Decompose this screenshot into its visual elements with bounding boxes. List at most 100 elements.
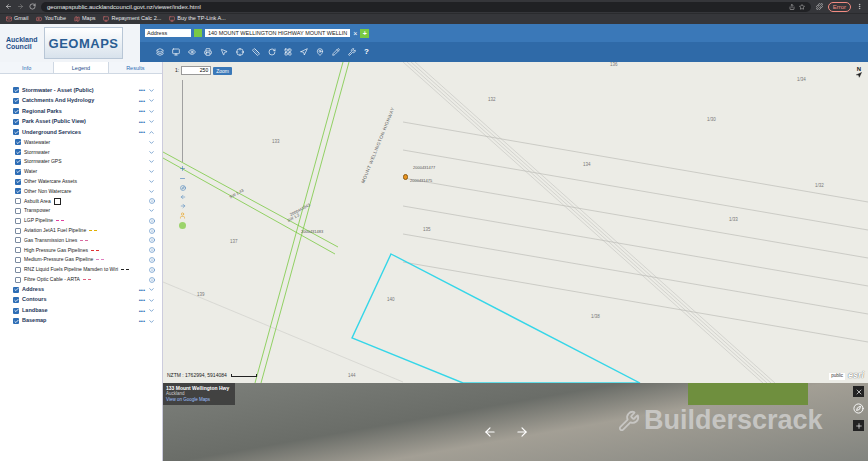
legend-layer[interactable]: LGP Pipeline [0,216,162,226]
legend-layer[interactable]: Stormwater [0,147,162,157]
layer-checkbox[interactable] [13,119,19,125]
more-button[interactable]: ••• [139,297,145,303]
info-icon[interactable] [149,237,155,243]
legend-group[interactable]: Basemap••• [0,316,162,327]
bookmark[interactable]: Gmail [6,16,28,22]
legend-layer[interactable]: High Pressure Gas Pipelines [0,245,162,255]
layer-checkbox[interactable] [13,108,19,114]
legend-layer[interactable]: Asbuilt Area [0,196,162,206]
zoom-button[interactable]: Zoom [213,67,232,75]
expand-icon[interactable] [148,149,155,156]
sidebar-tab[interactable]: Legend [53,62,108,73]
layer-checkbox[interactable] [15,247,21,253]
address-bar[interactable]: geomapspublic.aucklandcouncil.govt.nz/vi… [41,2,811,12]
expand-icon[interactable] [148,286,155,293]
back-icon[interactable] [5,3,12,10]
layer-checkbox[interactable] [13,287,19,293]
map[interactable]: MOUNT WELLINGTON HIGHWAY1361/341321/3013… [163,62,868,383]
bookmark[interactable]: Buy the TP-Link A... [169,16,226,22]
layer-checkbox[interactable] [13,87,19,93]
forward-icon[interactable] [17,3,24,10]
expand-icon[interactable] [148,108,155,115]
pan-icon[interactable] [180,203,186,209]
layer-checkbox[interactable] [15,208,21,214]
tool-icon[interactable] [236,48,244,56]
add-button[interactable]: + [360,29,369,38]
info-icon[interactable] [149,257,155,263]
more-button[interactable]: ••• [139,129,145,135]
legend-group[interactable]: Stormwater - Asset (Public)••• [0,85,162,96]
info-icon[interactable] [149,277,155,283]
info-icon[interactable] [149,247,155,253]
legend-group[interactable]: Catchments And Hydrology••• [0,96,162,107]
tool-icon[interactable] [316,48,324,56]
share-icon[interactable] [789,4,795,10]
legend-layer[interactable]: Other Watercare Assets [0,177,162,187]
tool-icon[interactable] [172,48,180,56]
clear-button[interactable]: × [353,30,357,37]
legend-group[interactable]: Contours••• [0,295,162,306]
bookmark[interactable]: Repayment Calc 2... [103,16,161,22]
layer-checkbox[interactable] [15,169,21,175]
expand-icon[interactable] [148,207,155,214]
zoom-slider[interactable] [179,80,186,229]
expand-icon[interactable] [148,178,155,185]
layer-checkbox[interactable] [15,267,21,273]
nav-arrows[interactable] [483,425,529,439]
legend-group[interactable]: Landbase••• [0,305,162,316]
legend-group[interactable]: Regional Parks••• [0,106,162,117]
legend-layer[interactable]: RNZ Liquid Fuels Pipeline Marsden to Wir… [0,265,162,275]
profile-button[interactable]: Error [828,2,851,12]
layer-checkbox[interactable] [13,129,19,135]
menu-icon[interactable] [856,3,863,10]
tool-icon[interactable] [284,48,292,56]
legend-layer[interactable]: Fibre Optic Cable - ARTA [0,275,162,285]
layer-checkbox[interactable] [15,149,21,155]
layer-checkbox[interactable] [15,237,21,243]
layer-checkbox[interactable] [15,179,21,185]
tool-icon[interactable] [220,48,228,56]
expand-icon[interactable] [148,318,155,325]
tool-icon[interactable] [188,48,196,56]
arrow-right-icon[interactable] [515,425,529,439]
layer-checkbox[interactable] [15,198,21,204]
search-type-button[interactable] [194,29,202,37]
extensions-icon[interactable] [816,3,823,10]
legend-layer[interactable]: Gas Transmission Lines [0,235,162,245]
scale-input[interactable]: 250 [181,66,211,75]
bookmark-star-icon[interactable] [799,4,805,10]
layer-checkbox[interactable] [13,98,19,104]
more-button[interactable]: ••• [139,119,145,125]
close-button[interactable] [853,386,864,397]
layer-checkbox[interactable] [15,228,21,234]
legend-group[interactable]: Underground Services••• [0,127,162,138]
location-pin[interactable] [403,174,408,180]
layer-checkbox[interactable] [13,297,19,303]
tool-icon[interactable] [268,48,276,56]
sidebar-tab[interactable]: Results [109,62,162,73]
layer-checkbox[interactable] [15,218,21,224]
expand-icon[interactable] [148,307,155,314]
zoom-out-icon[interactable] [179,175,186,182]
more-button[interactable]: ••• [139,98,145,104]
info-icon[interactable] [149,218,155,224]
layer-checkbox[interactable] [13,308,19,314]
tool-icon[interactable] [300,48,308,56]
expand-icon[interactable] [148,118,155,125]
pegman-icon[interactable] [179,212,186,219]
more-button[interactable]: ••• [139,318,145,324]
tool-icon[interactable] [348,48,356,56]
search-input[interactable]: 140 MOUNT WELLINGTON HIGHWAY MOUNT WELLI… [205,29,350,37]
legend-layer[interactable]: Other Non Watercare [0,186,162,196]
reload-icon[interactable] [29,3,36,10]
more-button[interactable]: ••• [139,87,145,93]
more-button[interactable]: ••• [139,108,145,114]
legend-layer[interactable]: Wastewater [0,138,162,148]
bookmark[interactable]: Maps [74,16,95,22]
help-button[interactable]: ? [364,48,369,56]
google-maps-link[interactable]: View on Google Maps [166,397,232,403]
tool-icon[interactable] [332,48,340,56]
info-icon[interactable] [149,267,155,273]
legend-layer[interactable]: Aviation JetA1 Fuel Pipeline [0,226,162,236]
search-type-select[interactable]: Address [145,29,191,37]
